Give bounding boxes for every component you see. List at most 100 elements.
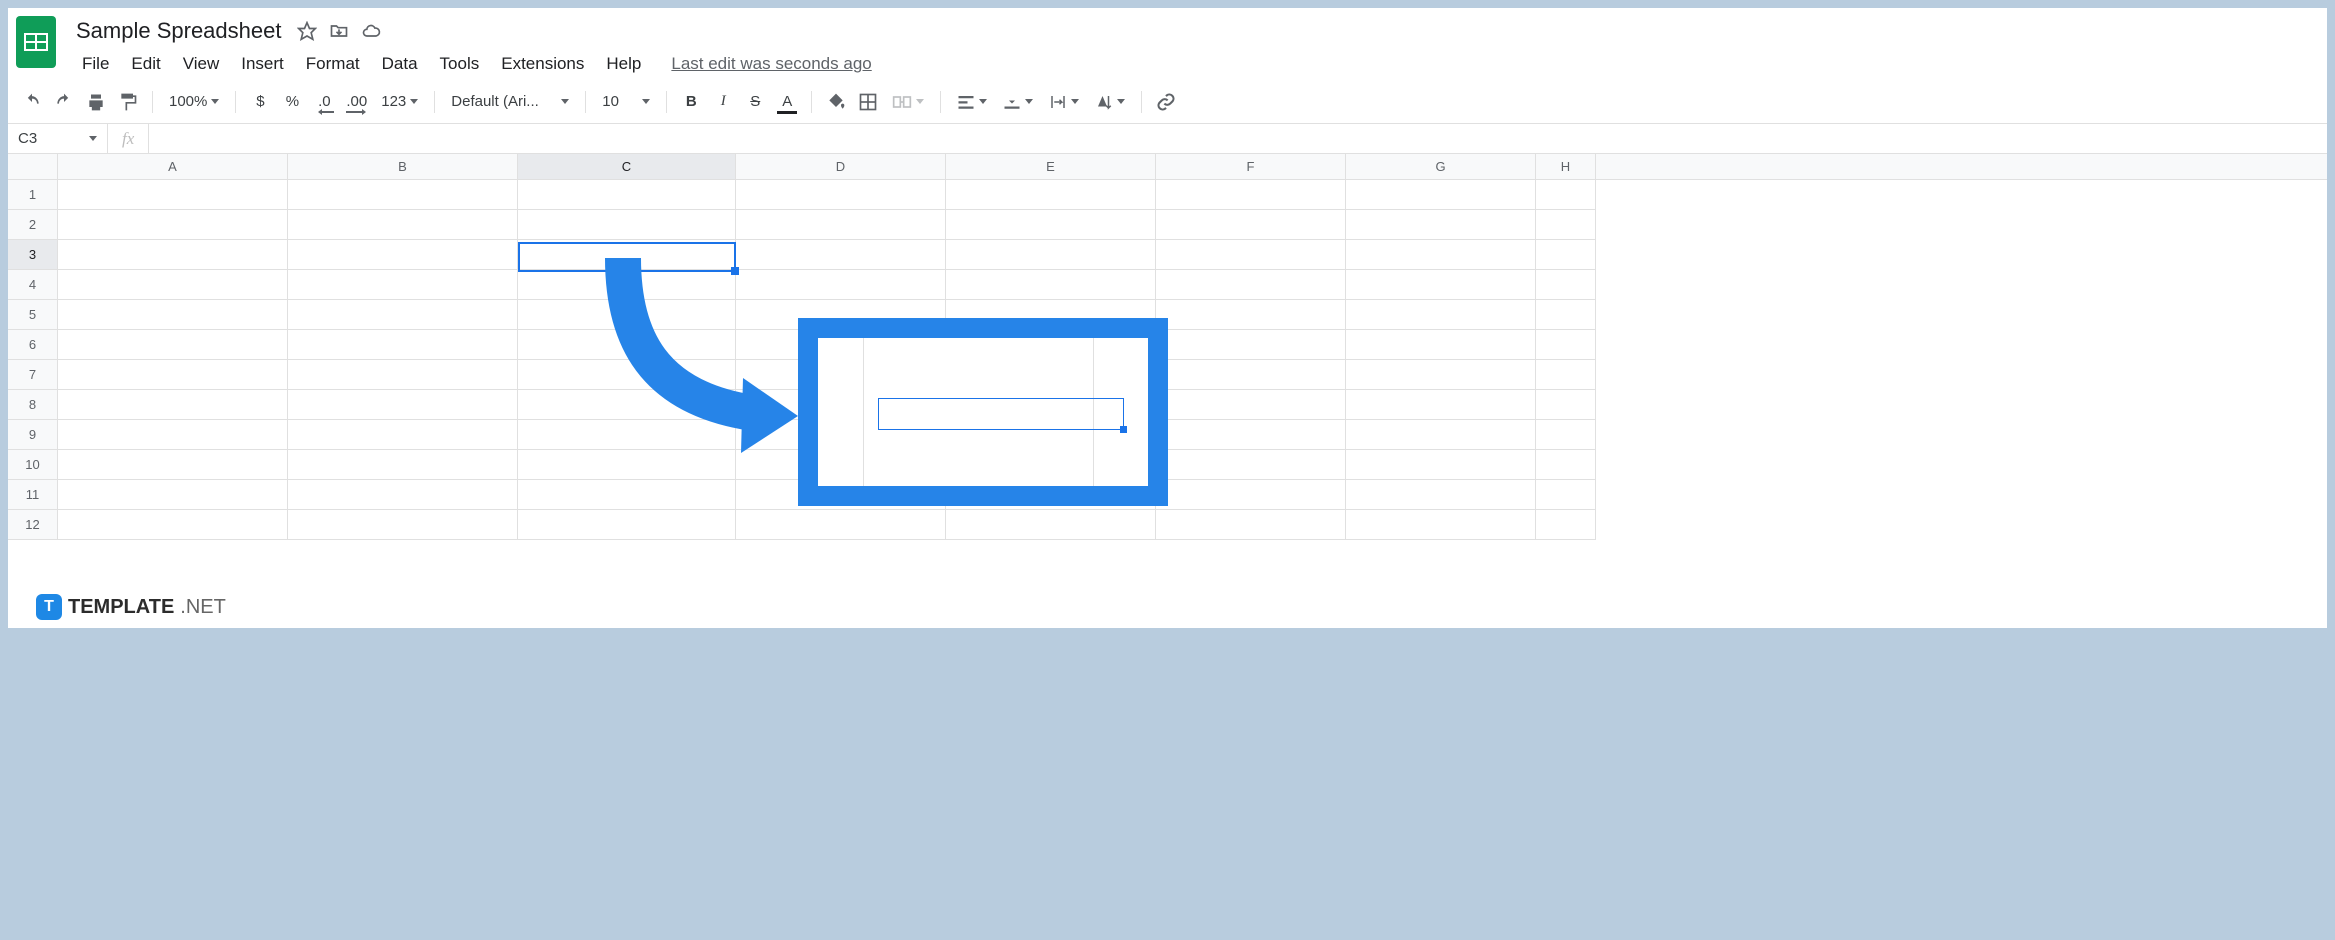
cell[interactable] xyxy=(288,420,518,450)
redo-button[interactable] xyxy=(50,88,78,116)
cell[interactable] xyxy=(1346,180,1536,210)
cell[interactable] xyxy=(1346,210,1536,240)
cell[interactable] xyxy=(288,180,518,210)
cell[interactable] xyxy=(518,450,736,480)
cloud-status-icon[interactable] xyxy=(361,21,381,41)
cell[interactable] xyxy=(1156,450,1346,480)
cell[interactable] xyxy=(518,180,736,210)
increase-decimal-button[interactable]: .00 xyxy=(342,88,371,116)
sheets-logo[interactable] xyxy=(16,16,56,68)
cell[interactable] xyxy=(1156,480,1346,510)
bold-button[interactable]: B xyxy=(677,88,705,116)
strikethrough-button[interactable]: S xyxy=(741,88,769,116)
document-title[interactable]: Sample Spreadsheet xyxy=(72,16,285,46)
cell[interactable] xyxy=(1156,330,1346,360)
formula-input[interactable] xyxy=(149,124,2327,153)
menu-data[interactable]: Data xyxy=(372,50,428,78)
column-header[interactable]: D xyxy=(736,154,946,179)
menu-file[interactable]: File xyxy=(72,50,119,78)
cell[interactable] xyxy=(518,480,736,510)
cell[interactable] xyxy=(1536,300,1596,330)
menu-edit[interactable]: Edit xyxy=(121,50,170,78)
cell[interactable] xyxy=(518,510,736,540)
row-header[interactable]: 1 xyxy=(8,180,58,210)
cell[interactable] xyxy=(736,210,946,240)
cell[interactable] xyxy=(1346,510,1536,540)
zoom-dropdown[interactable]: 100% xyxy=(163,88,225,116)
cell[interactable] xyxy=(1156,300,1346,330)
menu-extensions[interactable]: Extensions xyxy=(491,50,594,78)
cell[interactable] xyxy=(1536,480,1596,510)
cell[interactable] xyxy=(518,390,736,420)
vertical-align-dropdown[interactable] xyxy=(997,88,1039,116)
cell[interactable] xyxy=(736,240,946,270)
cell[interactable] xyxy=(1536,210,1596,240)
format-percent-button[interactable]: % xyxy=(278,88,306,116)
cell[interactable] xyxy=(288,510,518,540)
fill-color-button[interactable] xyxy=(822,88,850,116)
cell[interactable] xyxy=(1346,270,1536,300)
cell[interactable] xyxy=(946,210,1156,240)
cell[interactable] xyxy=(1536,510,1596,540)
cell[interactable] xyxy=(518,360,736,390)
more-formats-dropdown[interactable]: 123 xyxy=(375,88,424,116)
paint-format-button[interactable] xyxy=(114,88,142,116)
font-dropdown[interactable]: Default (Ari... xyxy=(445,88,575,116)
column-header[interactable]: G xyxy=(1346,154,1536,179)
cell[interactable] xyxy=(1346,300,1536,330)
cell[interactable] xyxy=(1346,390,1536,420)
menu-insert[interactable]: Insert xyxy=(231,50,294,78)
move-to-folder-icon[interactable] xyxy=(329,21,349,41)
column-header[interactable]: E xyxy=(946,154,1156,179)
cell[interactable] xyxy=(946,240,1156,270)
cell[interactable] xyxy=(58,330,288,360)
cell[interactable] xyxy=(1536,270,1596,300)
cell[interactable] xyxy=(1156,390,1346,420)
cell[interactable] xyxy=(1156,360,1346,390)
horizontal-align-dropdown[interactable] xyxy=(951,88,993,116)
print-button[interactable] xyxy=(82,88,110,116)
cell[interactable] xyxy=(1156,180,1346,210)
cell[interactable] xyxy=(58,240,288,270)
row-header[interactable]: 2 xyxy=(8,210,58,240)
insert-link-button[interactable] xyxy=(1152,88,1180,116)
cell[interactable] xyxy=(1536,420,1596,450)
row-header[interactable]: 3 xyxy=(8,240,58,270)
cell[interactable] xyxy=(1346,480,1536,510)
text-wrap-dropdown[interactable] xyxy=(1043,88,1085,116)
undo-button[interactable] xyxy=(18,88,46,116)
menu-help[interactable]: Help xyxy=(596,50,651,78)
column-header[interactable]: H xyxy=(1536,154,1596,179)
cell[interactable] xyxy=(946,180,1156,210)
row-header[interactable]: 11 xyxy=(8,480,58,510)
decrease-decimal-button[interactable]: .0 xyxy=(310,88,338,116)
cell[interactable] xyxy=(1536,450,1596,480)
row-header[interactable]: 9 xyxy=(8,420,58,450)
last-edit-link[interactable]: Last edit was seconds ago xyxy=(671,54,871,74)
cell[interactable] xyxy=(736,510,946,540)
column-header[interactable]: A xyxy=(58,154,288,179)
column-header[interactable]: F xyxy=(1156,154,1346,179)
star-icon[interactable] xyxy=(297,21,317,41)
name-box[interactable]: C3 xyxy=(8,124,108,153)
menu-tools[interactable]: Tools xyxy=(430,50,490,78)
cell[interactable] xyxy=(288,390,518,420)
menu-format[interactable]: Format xyxy=(296,50,370,78)
menu-view[interactable]: View xyxy=(173,50,230,78)
italic-button[interactable]: I xyxy=(709,88,737,116)
row-header[interactable]: 10 xyxy=(8,450,58,480)
cell[interactable] xyxy=(58,300,288,330)
cell[interactable] xyxy=(288,330,518,360)
column-header[interactable]: C xyxy=(518,154,736,179)
cell[interactable] xyxy=(288,270,518,300)
cell[interactable] xyxy=(288,360,518,390)
cell[interactable] xyxy=(1346,240,1536,270)
borders-button[interactable] xyxy=(854,88,882,116)
spreadsheet-grid[interactable]: A B C D E F G H 123456789101112 xyxy=(8,154,2327,540)
row-header[interactable]: 12 xyxy=(8,510,58,540)
cell[interactable] xyxy=(58,270,288,300)
cell[interactable] xyxy=(1536,360,1596,390)
cell[interactable] xyxy=(58,450,288,480)
cell[interactable] xyxy=(1156,510,1346,540)
cell[interactable] xyxy=(288,450,518,480)
